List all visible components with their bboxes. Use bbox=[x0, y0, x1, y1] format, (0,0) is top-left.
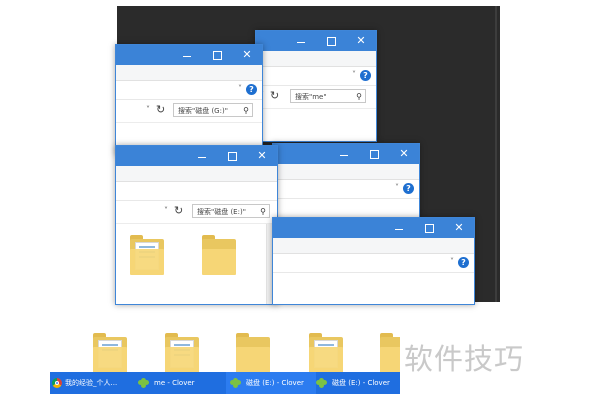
refresh-icon[interactable]: ↻ bbox=[270, 89, 279, 102]
minimize-button[interactable] bbox=[187, 146, 217, 166]
help-icon[interactable]: ? bbox=[246, 84, 257, 95]
taskbar: 我的经验_个人... me - Clover 磁盘 (E:) - Clover … bbox=[50, 372, 400, 394]
taskbar-item-label: 磁盘 (E:) - Clover bbox=[246, 379, 304, 387]
taskbar-item-label: 我的经验_个人... bbox=[65, 379, 118, 387]
minimize-button[interactable] bbox=[172, 45, 202, 65]
ribbon-expand-icon[interactable]: ˅ bbox=[238, 84, 242, 93]
taskbar-item-clover-e[interactable]: 磁盘 (E:) - Clover bbox=[226, 372, 316, 394]
refresh-icon[interactable]: ↻ bbox=[156, 103, 165, 116]
taskbar-item-clover-e-2[interactable]: 磁盘 (E:) - Clover bbox=[314, 372, 402, 394]
folder-icon[interactable] bbox=[130, 235, 164, 275]
address-dropdown-icon[interactable]: ˅ bbox=[164, 206, 168, 215]
ribbon-expand-row: ˅ ? bbox=[273, 180, 419, 199]
clover-icon bbox=[138, 378, 150, 388]
ribbon-expand-row bbox=[116, 182, 277, 201]
taskbar-item-browser[interactable]: 我的经验_个人... bbox=[52, 372, 138, 394]
window-titlebar[interactable]: ✕ bbox=[273, 144, 419, 164]
close-button[interactable]: ✕ bbox=[444, 218, 474, 238]
window-titlebar[interactable]: ✕ bbox=[256, 31, 376, 51]
folder-icon[interactable] bbox=[309, 333, 343, 373]
search-icon: ⚲ bbox=[243, 106, 249, 115]
help-icon[interactable]: ? bbox=[458, 257, 469, 268]
search-icon: ⚲ bbox=[260, 207, 266, 216]
maximize-icon bbox=[326, 36, 336, 46]
folder-icon[interactable] bbox=[236, 333, 270, 373]
close-icon: ✕ bbox=[242, 48, 252, 61]
explorer-window-e[interactable]: ✕ ˅ ↻ 搜索"磁盘 (E:)" ⚲ bbox=[115, 145, 278, 305]
explorer-window-front[interactable]: ✕ ˅ ? bbox=[272, 217, 475, 305]
window-titlebar[interactable]: ✕ bbox=[273, 218, 474, 238]
folder-icon[interactable] bbox=[165, 333, 199, 373]
ribbon-expand-icon[interactable]: ˅ bbox=[352, 70, 356, 79]
maximize-icon bbox=[227, 151, 237, 161]
file-list bbox=[116, 224, 277, 304]
taskbar-item-label: me - Clover bbox=[154, 379, 195, 387]
maximize-button[interactable] bbox=[202, 45, 232, 65]
minimize-icon bbox=[340, 154, 348, 156]
minimize-icon bbox=[395, 228, 403, 230]
minimize-icon bbox=[297, 41, 305, 43]
help-icon[interactable]: ? bbox=[403, 183, 414, 194]
close-icon: ✕ bbox=[356, 34, 366, 47]
minimize-button[interactable] bbox=[329, 144, 359, 164]
search-placeholder: 搜索"磁盘 (E:)" bbox=[197, 208, 246, 216]
search-input[interactable]: 搜索"me" ⚲ bbox=[290, 89, 366, 103]
maximize-button[interactable] bbox=[414, 218, 444, 238]
folder-icon[interactable] bbox=[93, 333, 127, 373]
ribbon-expand-icon[interactable]: ˅ bbox=[450, 257, 454, 266]
chrome-icon bbox=[52, 378, 62, 388]
window-ribbon bbox=[116, 65, 262, 81]
close-icon: ✕ bbox=[257, 149, 267, 162]
close-button[interactable]: ✕ bbox=[389, 144, 419, 164]
search-input[interactable]: 搜索"磁盘 (E:)" ⚲ bbox=[192, 204, 270, 218]
ribbon-expand-row: ˅ ? bbox=[116, 81, 262, 100]
minimize-icon bbox=[183, 55, 191, 57]
maximize-icon bbox=[212, 50, 222, 60]
help-icon[interactable]: ? bbox=[360, 70, 371, 81]
folder-icon[interactable] bbox=[380, 333, 400, 373]
ribbon-expand-row: ˅ ? bbox=[273, 254, 474, 273]
minimize-icon bbox=[198, 156, 206, 158]
window-ribbon bbox=[116, 166, 277, 182]
minimize-button[interactable] bbox=[286, 31, 316, 51]
ribbon-expand-icon[interactable]: ˅ bbox=[395, 183, 399, 192]
clover-icon bbox=[230, 378, 242, 388]
address-row: ˅ ↻ 搜索"磁盘 (G:)" ⚲ bbox=[116, 100, 262, 123]
window-titlebar[interactable]: ✕ bbox=[116, 146, 277, 166]
maximize-button[interactable] bbox=[359, 144, 389, 164]
close-icon: ✕ bbox=[454, 221, 464, 234]
close-button[interactable]: ✕ bbox=[346, 31, 376, 51]
refresh-icon[interactable]: ↻ bbox=[174, 204, 183, 217]
close-button[interactable]: ✕ bbox=[247, 146, 277, 166]
window-ribbon bbox=[273, 238, 474, 254]
minimize-button[interactable] bbox=[384, 218, 414, 238]
taskbar-item-label: 磁盘 (E:) - Clover bbox=[332, 379, 390, 387]
explorer-window-me[interactable]: ✕ ˅ ? ˅ ↻ 搜索"me" ⚲ bbox=[255, 30, 377, 142]
search-placeholder: 搜索"me" bbox=[295, 93, 327, 101]
close-button[interactable]: ✕ bbox=[232, 45, 262, 65]
window-titlebar[interactable]: ✕ bbox=[116, 45, 262, 65]
search-icon: ⚲ bbox=[356, 92, 362, 101]
search-input[interactable]: 搜索"磁盘 (G:)" ⚲ bbox=[173, 103, 253, 117]
address-dropdown-icon[interactable]: ˅ bbox=[146, 105, 150, 114]
window-ribbon bbox=[273, 164, 419, 180]
search-placeholder: 搜索"磁盘 (G:)" bbox=[178, 107, 228, 115]
ribbon-expand-row: ˅ ? bbox=[256, 67, 376, 86]
explorer-window-g[interactable]: ✕ ˅ ? ˅ ↻ 搜索"磁盘 (G:)" ⚲ bbox=[115, 44, 263, 156]
maximize-icon bbox=[424, 223, 434, 233]
close-icon: ✕ bbox=[399, 147, 409, 160]
folder-icon[interactable] bbox=[202, 235, 236, 275]
watermark: 软件技巧 bbox=[404, 342, 525, 376]
maximize-button[interactable] bbox=[316, 31, 346, 51]
desktop-divider bbox=[495, 6, 497, 302]
taskbar-item-clover-me[interactable]: me - Clover bbox=[138, 372, 224, 394]
maximize-button[interactable] bbox=[217, 146, 247, 166]
clover-icon bbox=[316, 378, 328, 388]
window-ribbon bbox=[256, 51, 376, 67]
address-row: ˅ ↻ 搜索"me" ⚲ bbox=[256, 86, 376, 109]
address-row: ˅ ↻ 搜索"磁盘 (E:)" ⚲ bbox=[116, 201, 277, 224]
maximize-icon bbox=[369, 149, 379, 159]
